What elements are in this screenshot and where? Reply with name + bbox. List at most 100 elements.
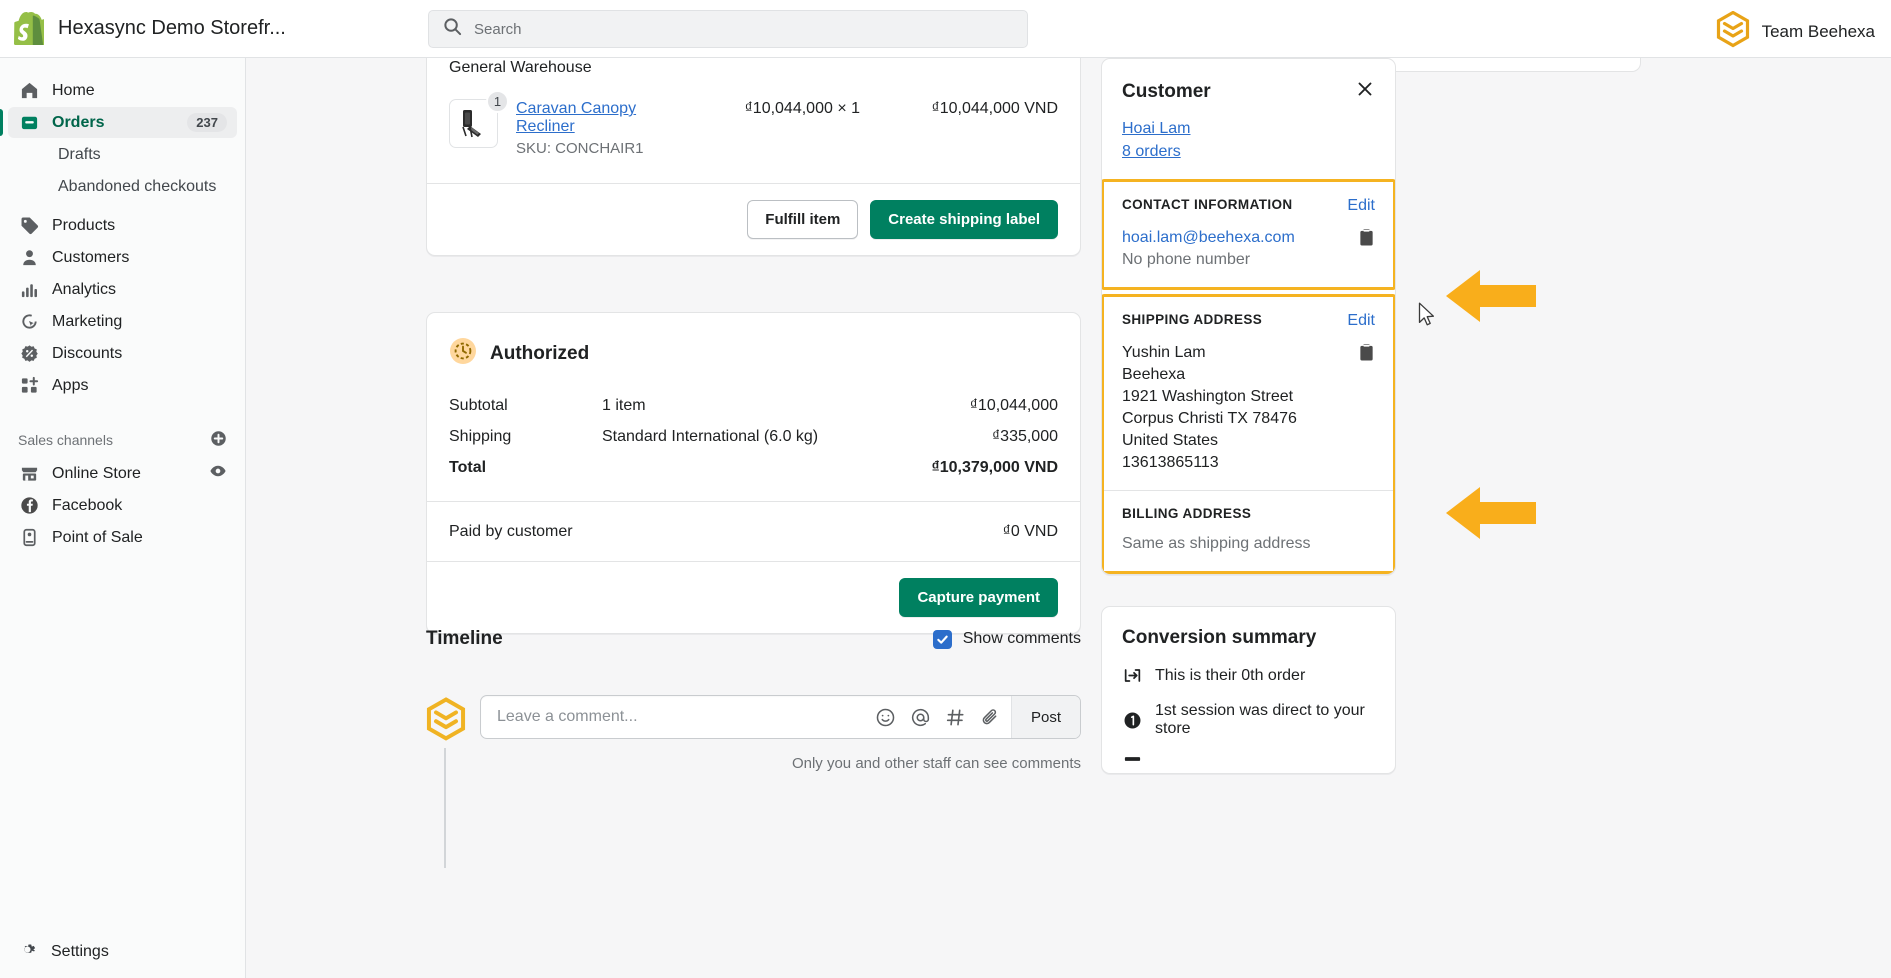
billing-address-value: Same as shipping address	[1122, 535, 1311, 552]
fulfillment-card: General Warehouse 1 Caravan Canopy Recli…	[426, 58, 1081, 256]
sidebar-item-online-store[interactable]: Online Store	[8, 458, 237, 489]
return-order-icon	[1122, 666, 1142, 685]
show-comments-toggle[interactable]: Show comments	[932, 629, 1081, 649]
discount-percent-icon	[18, 344, 40, 364]
contact-information-section: CONTACT INFORMATION Edit hoai.lam@beehex…	[1104, 182, 1393, 287]
person-icon	[18, 248, 40, 268]
sidebar-item-label: Drafts	[58, 145, 101, 163]
conversion-row-partial	[1122, 755, 1375, 763]
close-icon[interactable]	[1355, 79, 1375, 104]
shipping-line: United States	[1122, 432, 1219, 449]
arrow-contact-information	[1446, 270, 1536, 322]
clock-pending-icon	[449, 337, 477, 370]
avatar	[426, 697, 466, 742]
shipping-line: Yushin Lam	[1122, 344, 1206, 361]
search-input[interactable]	[474, 20, 1013, 38]
sidebar-item-drafts[interactable]: Drafts	[8, 139, 237, 170]
sidebar-item-label: Orders	[52, 113, 105, 131]
customer-orders-link[interactable]: 8 orders	[1122, 143, 1375, 161]
shipping-address-section: SHIPPING ADDRESS Edit Yushin Lam Beehexa…	[1104, 297, 1393, 490]
product-title-link[interactable]: Caravan Canopy Recliner	[516, 100, 667, 136]
billing-address-section: BILLING ADDRESS Same as shipping address	[1104, 490, 1393, 571]
payment-status-label: Authorized	[490, 342, 590, 364]
payment-actions: Capture payment	[427, 561, 1080, 633]
conversion-row-text: 1st session was direct to your store	[1155, 702, 1365, 737]
beehexa-hexagon-icon	[1716, 10, 1750, 53]
tag-icon	[18, 216, 40, 236]
plus-circle-icon[interactable]	[210, 430, 227, 450]
row-amount: ₫10,379,000 VND	[931, 458, 1058, 476]
apps-grid-icon	[18, 376, 40, 396]
comment-input-wrapper[interactable]: Post	[480, 695, 1081, 739]
recliner-chair-photo: 1	[449, 90, 509, 148]
team-name-label: Team Beehexa	[1761, 22, 1875, 41]
partial-icon	[1122, 755, 1142, 763]
fulfill-item-button[interactable]: Fulfill item	[747, 200, 859, 239]
payment-rows: Subtotal 1 item ₫10,044,000 Shipping Sta…	[427, 384, 1080, 501]
number-one-circle-icon	[1122, 711, 1142, 730]
row-label: Subtotal	[449, 396, 508, 414]
product-sku: SKU: CONCHAIR1	[516, 140, 644, 157]
orders-count-badge: 237	[187, 113, 227, 132]
sidebar-item-settings[interactable]: Settings	[0, 940, 246, 964]
sidebar-item-customers[interactable]: Customers	[8, 242, 237, 273]
account-menu[interactable]: Team Beehexa	[1716, 10, 1875, 53]
sidebar-item-products[interactable]: Products	[8, 210, 237, 241]
sidebar-item-discounts[interactable]: Discounts	[8, 338, 237, 369]
sidebar-item-label: Customers	[52, 248, 130, 266]
comment-input[interactable]	[497, 708, 875, 726]
customer-name-link[interactable]: Hoai Lam	[1122, 120, 1375, 138]
sidebar-item-analytics[interactable]: Analytics	[8, 274, 237, 305]
orders-inbox-icon	[18, 113, 40, 133]
facebook-icon	[18, 496, 40, 516]
sidebar-item-point-of-sale[interactable]: Point of Sale	[8, 522, 237, 553]
sidebar-item-label: Apps	[52, 376, 89, 394]
post-comment-button[interactable]: Post	[1010, 696, 1080, 738]
conversion-row: 1st session was direct to your store	[1122, 702, 1375, 738]
payment-row: Shipping Standard International (6.0 kg)…	[449, 421, 1058, 452]
row-detail: Standard International (6.0 kg)	[602, 427, 819, 445]
sidebar-item-home[interactable]: Home	[8, 75, 237, 106]
shipping-line: Beehexa	[1122, 366, 1186, 383]
shipping-line: 13613865113	[1122, 454, 1219, 471]
sales-channels-header: Sales channels	[0, 423, 245, 457]
eye-icon[interactable]	[209, 462, 227, 485]
item-unit-price: ₫10,044,000 × 1	[744, 100, 860, 117]
customer-email[interactable]: hoai.lam@beehexa.com	[1122, 227, 1345, 249]
show-comments-checkbox[interactable]	[932, 629, 952, 649]
sidebar-item-facebook[interactable]: Facebook	[8, 490, 237, 521]
sidebar-item-label: Marketing	[52, 312, 123, 330]
search-icon	[443, 17, 462, 41]
store-brand[interactable]: Hexasync Demo Storefr...	[0, 12, 300, 45]
comment-composer: Post Only you and other staff can see co…	[426, 695, 1081, 772]
edit-contact-information-link[interactable]: Edit	[1347, 197, 1375, 215]
emoji-smiley-icon[interactable]	[875, 707, 896, 728]
gear-icon	[18, 940, 37, 964]
paid-by-customer-row: Paid by customer ₫0 VND	[427, 502, 1080, 561]
sidebar-item-label: Discounts	[52, 344, 123, 362]
capture-payment-button[interactable]: Capture payment	[899, 578, 1058, 617]
conversion-row-text: This is their 0th order	[1155, 666, 1306, 684]
line-item: 1 Caravan Canopy Recliner SKU: CONCHAIR1…	[427, 77, 1080, 183]
global-search[interactable]	[428, 10, 1028, 48]
sidebar-item-orders[interactable]: Orders 237	[0, 107, 237, 138]
customer-card: Customer Hoai Lam 8 orders CONTACT INFOR…	[1101, 58, 1396, 575]
hashtag-icon[interactable]	[945, 707, 966, 728]
paid-label: Paid by customer	[449, 522, 573, 540]
clipboard-copy-icon[interactable]	[1358, 228, 1375, 252]
sidebar-item-apps[interactable]: Apps	[8, 370, 237, 401]
row-label: Shipping	[449, 427, 512, 445]
shipping-line: Corpus Christi TX 78476	[1122, 410, 1297, 427]
mouse-pointer	[1418, 302, 1435, 326]
sidebar-item-marketing[interactable]: Marketing	[8, 306, 237, 337]
conversion-row: This is their 0th order	[1122, 666, 1375, 685]
create-shipping-label-button[interactable]: Create shipping label	[870, 200, 1058, 239]
sidebar-nav: Home Orders 237 Drafts Abandoned checkou…	[0, 58, 246, 978]
edit-shipping-address-link[interactable]: Edit	[1347, 312, 1375, 330]
clipboard-copy-icon[interactable]	[1358, 343, 1375, 367]
paperclip-icon[interactable]	[980, 707, 1001, 728]
sidebar-item-abandoned-checkouts[interactable]: Abandoned checkouts	[8, 171, 237, 202]
mention-at-icon[interactable]	[910, 707, 931, 728]
main-content: General Warehouse 1 Caravan Canopy Recli…	[246, 58, 1891, 978]
fulfillment-actions: Fulfill item Create shipping label	[427, 183, 1080, 255]
